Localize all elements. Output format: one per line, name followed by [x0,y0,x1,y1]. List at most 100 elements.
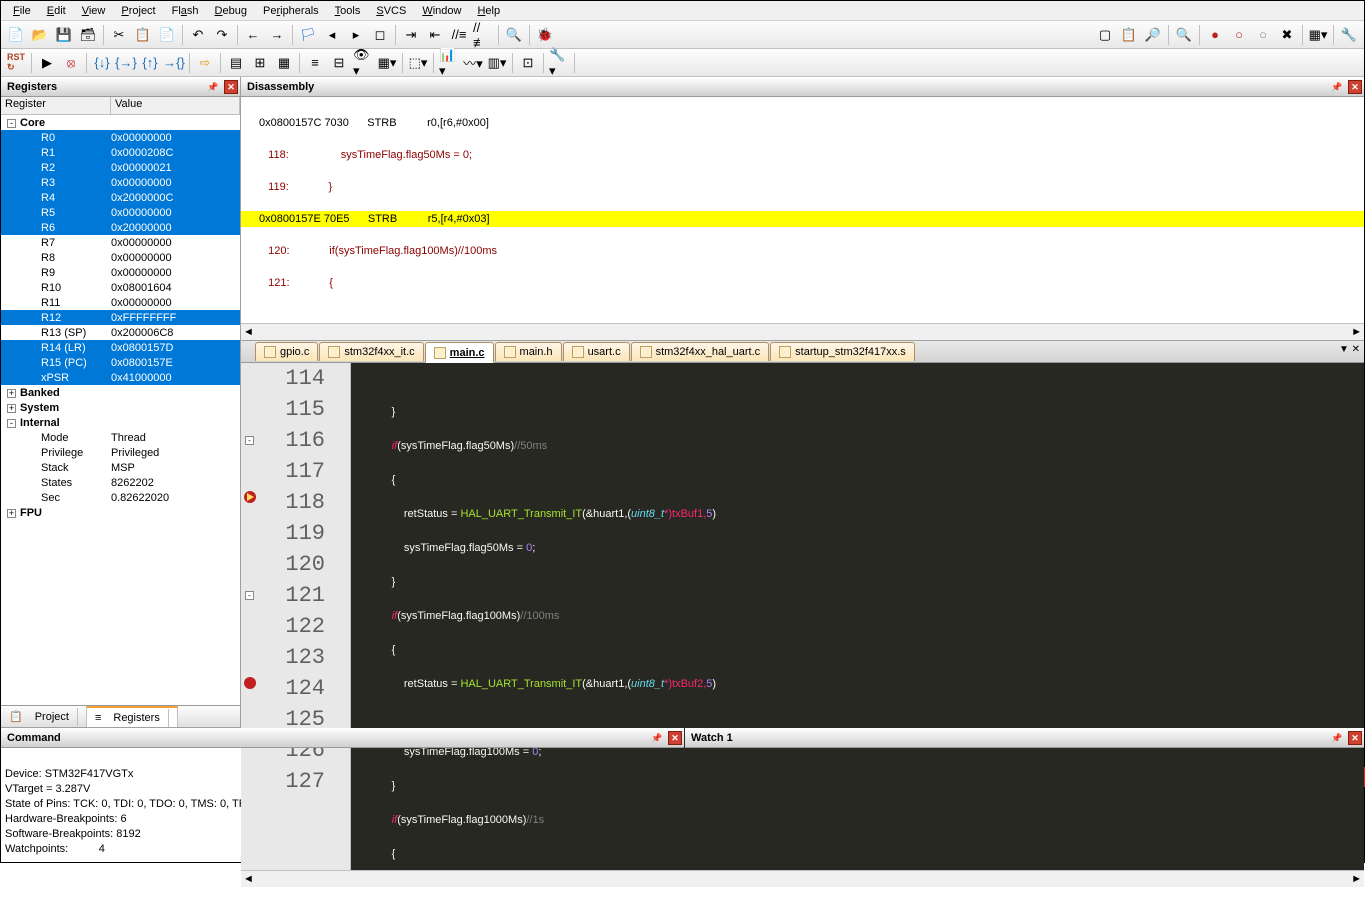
file-tab[interactable]: stm32f4xx_hal_uart.c [631,342,770,361]
run-to-cursor-icon[interactable]: →{} [163,52,185,74]
code-editor[interactable]: 1141151161171181191201211221231241251261… [241,363,1364,870]
register-row[interactable]: R20x00000021 [1,160,240,175]
file-tab[interactable]: main.c [425,342,494,363]
bookmark-next-icon[interactable]: ▸ [345,24,367,46]
open-file-icon[interactable]: 📂 [29,24,51,46]
debug-settings-icon[interactable]: 🔧▾ [548,52,570,74]
pin-icon[interactable]: 📌 [206,80,220,94]
menu-help[interactable]: Help [469,3,508,19]
cut-icon[interactable]: ✂ [108,24,130,46]
register-row[interactable]: xPSR0x41000000 [1,370,240,385]
redo-icon[interactable]: ↷ [211,24,233,46]
bp-kill-icon[interactable]: ✖ [1276,24,1298,46]
debug-session-icon[interactable]: 🐞 [534,24,556,46]
menu-file[interactable]: File [5,3,39,19]
tab-project[interactable]: 📋 Project [1,706,87,727]
register-row[interactable]: R13 (SP)0x200006C8 [1,325,240,340]
registers-window-icon[interactable]: ≡ [304,52,326,74]
register-row[interactable]: R60x20000000 [1,220,240,235]
menu-edit[interactable]: Edit [39,3,74,19]
show-next-icon[interactable]: ⇨ [194,52,216,74]
cmd-window-icon[interactable]: ▤ [225,52,247,74]
menu-svcs[interactable]: SVCS [368,3,414,19]
window-icon[interactable]: ▦▾ [1307,24,1329,46]
disasm-scrollbar[interactable]: ◄► [241,323,1364,340]
copy-icon[interactable]: 📋 [132,24,154,46]
bp-insert-icon[interactable]: ● [1204,24,1226,46]
toolbox-icon[interactable]: ⊡ [517,52,539,74]
menu-project[interactable]: Project [113,3,163,19]
menu-flash[interactable]: Flash [164,3,207,19]
file-tab[interactable]: stm32f4xx_it.c [319,342,423,361]
tab-controls[interactable]: ▼ ✕ [1339,344,1360,355]
close-icon[interactable]: ✕ [1348,731,1362,745]
serial-window-icon[interactable]: ⬚▾ [407,52,429,74]
new-file-icon[interactable]: 📄 [5,24,27,46]
editor-scrollbar[interactable]: ◄► [241,870,1364,887]
register-row[interactable]: R40x2000000C [1,190,240,205]
file-tab[interactable]: gpio.c [255,342,318,361]
file-tab[interactable]: startup_stm32f417xx.s [770,342,915,361]
analysis-window-icon[interactable]: 📊▾ [438,52,460,74]
doc3-icon[interactable]: 🔎 [1142,24,1164,46]
save-all-icon[interactable]: 🗃 [77,24,99,46]
bookmark-prev-icon[interactable]: ◂ [321,24,343,46]
register-row[interactable]: R90x00000000 [1,265,240,280]
register-row[interactable]: R80x00000000 [1,250,240,265]
bookmark-clear-icon[interactable]: ◻ [369,24,391,46]
memory-window-icon[interactable]: ▦▾ [376,52,398,74]
register-group[interactable]: -Internal [1,415,240,430]
step-into-icon[interactable]: {↓} [91,52,113,74]
tab-registers[interactable]: ≡ Registers [87,706,178,727]
menu-debug[interactable]: Debug [207,3,255,19]
configure-icon[interactable]: 🔧 [1338,24,1360,46]
fold-icon[interactable]: - [245,591,254,600]
file-tab[interactable]: main.h [495,342,562,361]
doc1-icon[interactable]: ▢ [1094,24,1116,46]
register-row[interactable]: R100x08001604 [1,280,240,295]
save-icon[interactable]: 💾 [53,24,75,46]
register-row[interactable]: R10x0000208C [1,145,240,160]
fold-gutter[interactable]: - - [333,363,351,870]
disassembly-body[interactable]: 0x0800157C 7030 STRB r0,[r6,#0x00] 118: … [241,97,1364,323]
run-icon[interactable]: ▶ [36,52,58,74]
bp-enable-icon[interactable]: ○ [1228,24,1250,46]
menu-peripherals[interactable]: Peripherals [255,3,327,19]
paste-icon[interactable]: 📄 [156,24,178,46]
register-row[interactable]: R70x00000000 [1,235,240,250]
registers-grid[interactable]: Register Value -Core R00x00000000R10x000… [1,97,240,705]
pin-icon[interactable]: 📌 [1330,80,1344,94]
pin-icon[interactable]: 📌 [1330,731,1344,745]
comment-icon[interactable]: //≡ [448,24,470,46]
bookmark-icon[interactable]: 🏳 [297,24,319,46]
menu-view[interactable]: View [74,3,114,19]
system-viewer-icon[interactable]: ▥▾ [486,52,508,74]
file-tab[interactable]: usart.c [563,342,630,361]
close-icon[interactable]: ✕ [668,731,682,745]
step-out-icon[interactable]: {↑} [139,52,161,74]
trace-window-icon[interactable]: 〰▾ [462,52,484,74]
disasm-window-icon[interactable]: ⊞ [249,52,271,74]
pin-icon[interactable]: 📌 [650,731,664,745]
doc2-icon[interactable]: 📋 [1118,24,1140,46]
close-icon[interactable]: ✕ [1348,80,1362,94]
nav-fwd-icon[interactable]: → [266,24,288,46]
register-group[interactable]: +Banked [1,385,240,400]
register-row[interactable]: R30x00000000 [1,175,240,190]
fold-icon[interactable]: - [245,436,254,445]
register-group[interactable]: +System [1,400,240,415]
find-in-files-icon[interactable]: 🔍 [1173,24,1195,46]
outdent-icon[interactable]: ⇤ [424,24,446,46]
undo-icon[interactable]: ↶ [187,24,209,46]
indent-icon[interactable]: ⇥ [400,24,422,46]
step-over-icon[interactable]: {→} [115,52,137,74]
bp-disable-icon[interactable]: ○ [1252,24,1274,46]
reset-icon[interactable]: RST↻ [5,52,27,74]
register-row[interactable]: R15 (PC)0x0800157E [1,355,240,370]
menu-window[interactable]: Window [414,3,469,19]
stop-icon[interactable]: ⦻ [60,52,82,74]
register-row[interactable]: R14 (LR)0x0800157D [1,340,240,355]
watch-window-icon[interactable]: 👁▾ [352,52,374,74]
uncomment-icon[interactable]: //≢ [472,24,494,46]
menu-tools[interactable]: Tools [327,3,369,19]
